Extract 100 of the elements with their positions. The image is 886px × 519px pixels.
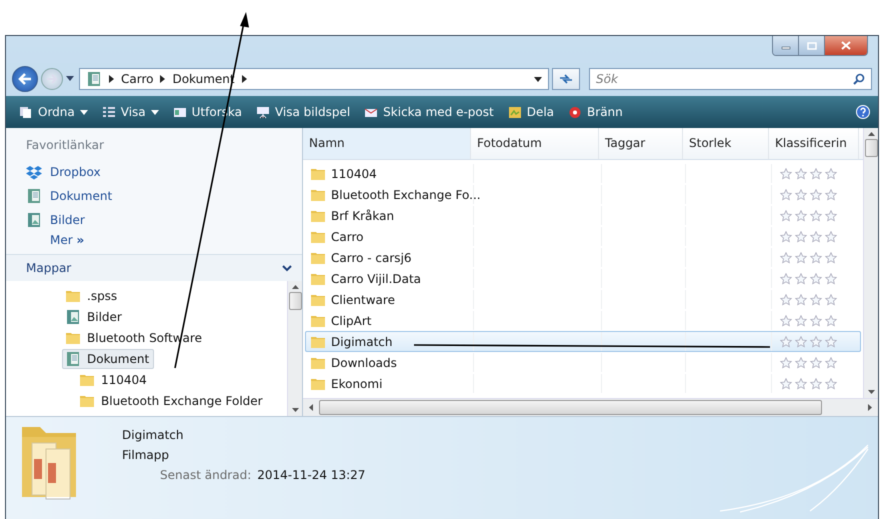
star-icon xyxy=(810,378,822,390)
burn-icon xyxy=(568,106,582,118)
email-icon xyxy=(364,106,378,118)
favorite-link[interactable]: Dokument xyxy=(26,185,112,206)
folder-tree-item[interactable]: Bilder xyxy=(62,306,127,326)
column-header[interactable]: Klassificerin xyxy=(769,128,859,159)
file-row[interactable]: Carro - carsj6 xyxy=(305,247,861,268)
file-row[interactable]: ClipArt xyxy=(305,310,861,331)
scrollbar-thumb[interactable] xyxy=(319,400,822,415)
horizontal-scrollbar[interactable] xyxy=(303,398,878,416)
scrollbar-thumb[interactable] xyxy=(288,292,302,310)
column-header[interactable]: Storlek xyxy=(683,128,769,159)
star-icon xyxy=(795,314,807,326)
star-icon xyxy=(780,252,792,264)
star-icon xyxy=(810,336,822,348)
close-button[interactable] xyxy=(825,36,867,55)
dropbox-icon xyxy=(26,164,42,180)
breadcrumb-item[interactable]: Carro xyxy=(121,72,154,86)
star-icon xyxy=(825,252,837,264)
breadcrumb-arrow-icon xyxy=(160,75,166,83)
item-type: Filmapp xyxy=(122,448,170,462)
star-icon xyxy=(810,230,822,242)
maximize-button[interactable] xyxy=(799,36,825,55)
minimize-button[interactable] xyxy=(773,36,799,55)
file-row[interactable]: Brf Kråkan xyxy=(305,205,861,226)
folder-tree-item[interactable]: Bluetooth Exchange Folder xyxy=(76,390,268,410)
search-field[interactable]: Sök xyxy=(589,68,872,90)
star-icon xyxy=(795,230,807,242)
column-header[interactable]: Namn xyxy=(303,128,471,159)
maximize-icon xyxy=(806,42,816,50)
scroll-down-icon xyxy=(868,390,874,394)
star-icon xyxy=(780,294,792,306)
toolbar-button[interactable]: Bränn xyxy=(563,102,628,122)
scroll-right-icon xyxy=(868,404,872,411)
star-icon xyxy=(810,314,822,326)
favorite-link[interactable]: Bilder xyxy=(26,209,85,230)
file-row[interactable]: Clientware xyxy=(305,289,861,310)
share-icon xyxy=(508,106,522,118)
file-row[interactable]: Digimatch xyxy=(305,331,861,352)
dropdown-caret-icon xyxy=(150,110,159,114)
vertical-scrollbar[interactable] xyxy=(287,281,302,416)
star-icon xyxy=(795,188,807,200)
star-icon xyxy=(810,168,822,180)
star-icon xyxy=(780,230,792,242)
file-row[interactable]: Downloads xyxy=(305,352,861,373)
file-row[interactable]: Ekonomi xyxy=(305,373,861,394)
back-button[interactable] xyxy=(12,66,38,92)
document-library-icon xyxy=(26,188,42,204)
star-icon xyxy=(825,210,837,222)
star-icon xyxy=(780,378,792,390)
field-value: 2014-11-24 13:27 xyxy=(257,468,366,482)
folder-tree-item[interactable]: Dokument xyxy=(62,348,154,368)
chevron-down-icon[interactable] xyxy=(282,264,292,272)
file-row[interactable]: 110404 xyxy=(305,163,861,184)
star-icon xyxy=(825,336,837,348)
vertical-scrollbar[interactable] xyxy=(863,128,878,398)
search-icon xyxy=(853,73,865,85)
more-link[interactable]: Mer » xyxy=(26,233,84,247)
star-icon xyxy=(795,210,807,222)
toolbar-button[interactable]: Visa bildspel xyxy=(250,102,356,122)
star-icon xyxy=(825,378,837,390)
refresh-button[interactable] xyxy=(552,68,580,90)
star-icon xyxy=(825,356,837,368)
file-row[interactable]: Carro xyxy=(305,226,861,247)
history-caret-icon[interactable] xyxy=(66,76,74,82)
favorite-link[interactable]: Dropbox xyxy=(26,161,101,182)
scroll-left-icon xyxy=(309,404,313,411)
star-icon xyxy=(810,252,822,264)
scroll-down-icon xyxy=(292,408,298,412)
star-icon xyxy=(795,356,807,368)
file-row[interactable]: Carro Vijil.Data xyxy=(305,268,861,289)
folder-tree-item[interactable]: .spss xyxy=(62,286,122,306)
slideshow-icon xyxy=(256,106,270,118)
dropdown-caret-icon[interactable] xyxy=(534,76,542,82)
star-icon xyxy=(825,272,837,284)
item-name: Digimatch xyxy=(122,428,184,442)
column-header[interactable]: Taggar xyxy=(599,128,683,159)
breadcrumb-arrow-icon xyxy=(242,75,247,83)
column-header[interactable]: Fotodatum xyxy=(471,128,599,159)
star-icon xyxy=(810,210,822,222)
star-icon xyxy=(825,294,837,306)
scrollbar-thumb[interactable] xyxy=(864,139,878,157)
star-icon xyxy=(780,168,792,180)
star-icon xyxy=(780,336,792,348)
star-icon xyxy=(780,272,792,284)
file-row[interactable]: Bluetooth Exchange Fo... xyxy=(305,184,861,205)
explore-icon xyxy=(172,106,187,118)
star-icon xyxy=(810,294,822,306)
folders-heading: Mappar xyxy=(26,261,72,275)
star-icon xyxy=(780,356,792,368)
star-icon xyxy=(780,210,792,222)
scroll-up-icon xyxy=(868,132,874,136)
breadcrumb-arrow-icon xyxy=(109,75,114,83)
toolbar-button[interactable]: Skicka med e-post xyxy=(359,102,499,122)
folder-tree-item[interactable]: 110404 xyxy=(76,370,152,390)
toolbar-button[interactable]: Visa xyxy=(96,102,164,122)
help-button[interactable] xyxy=(856,105,870,119)
star-icon xyxy=(825,168,837,180)
toolbar-button[interactable]: Ordna xyxy=(14,102,93,122)
toolbar-button[interactable]: Dela xyxy=(502,102,560,122)
